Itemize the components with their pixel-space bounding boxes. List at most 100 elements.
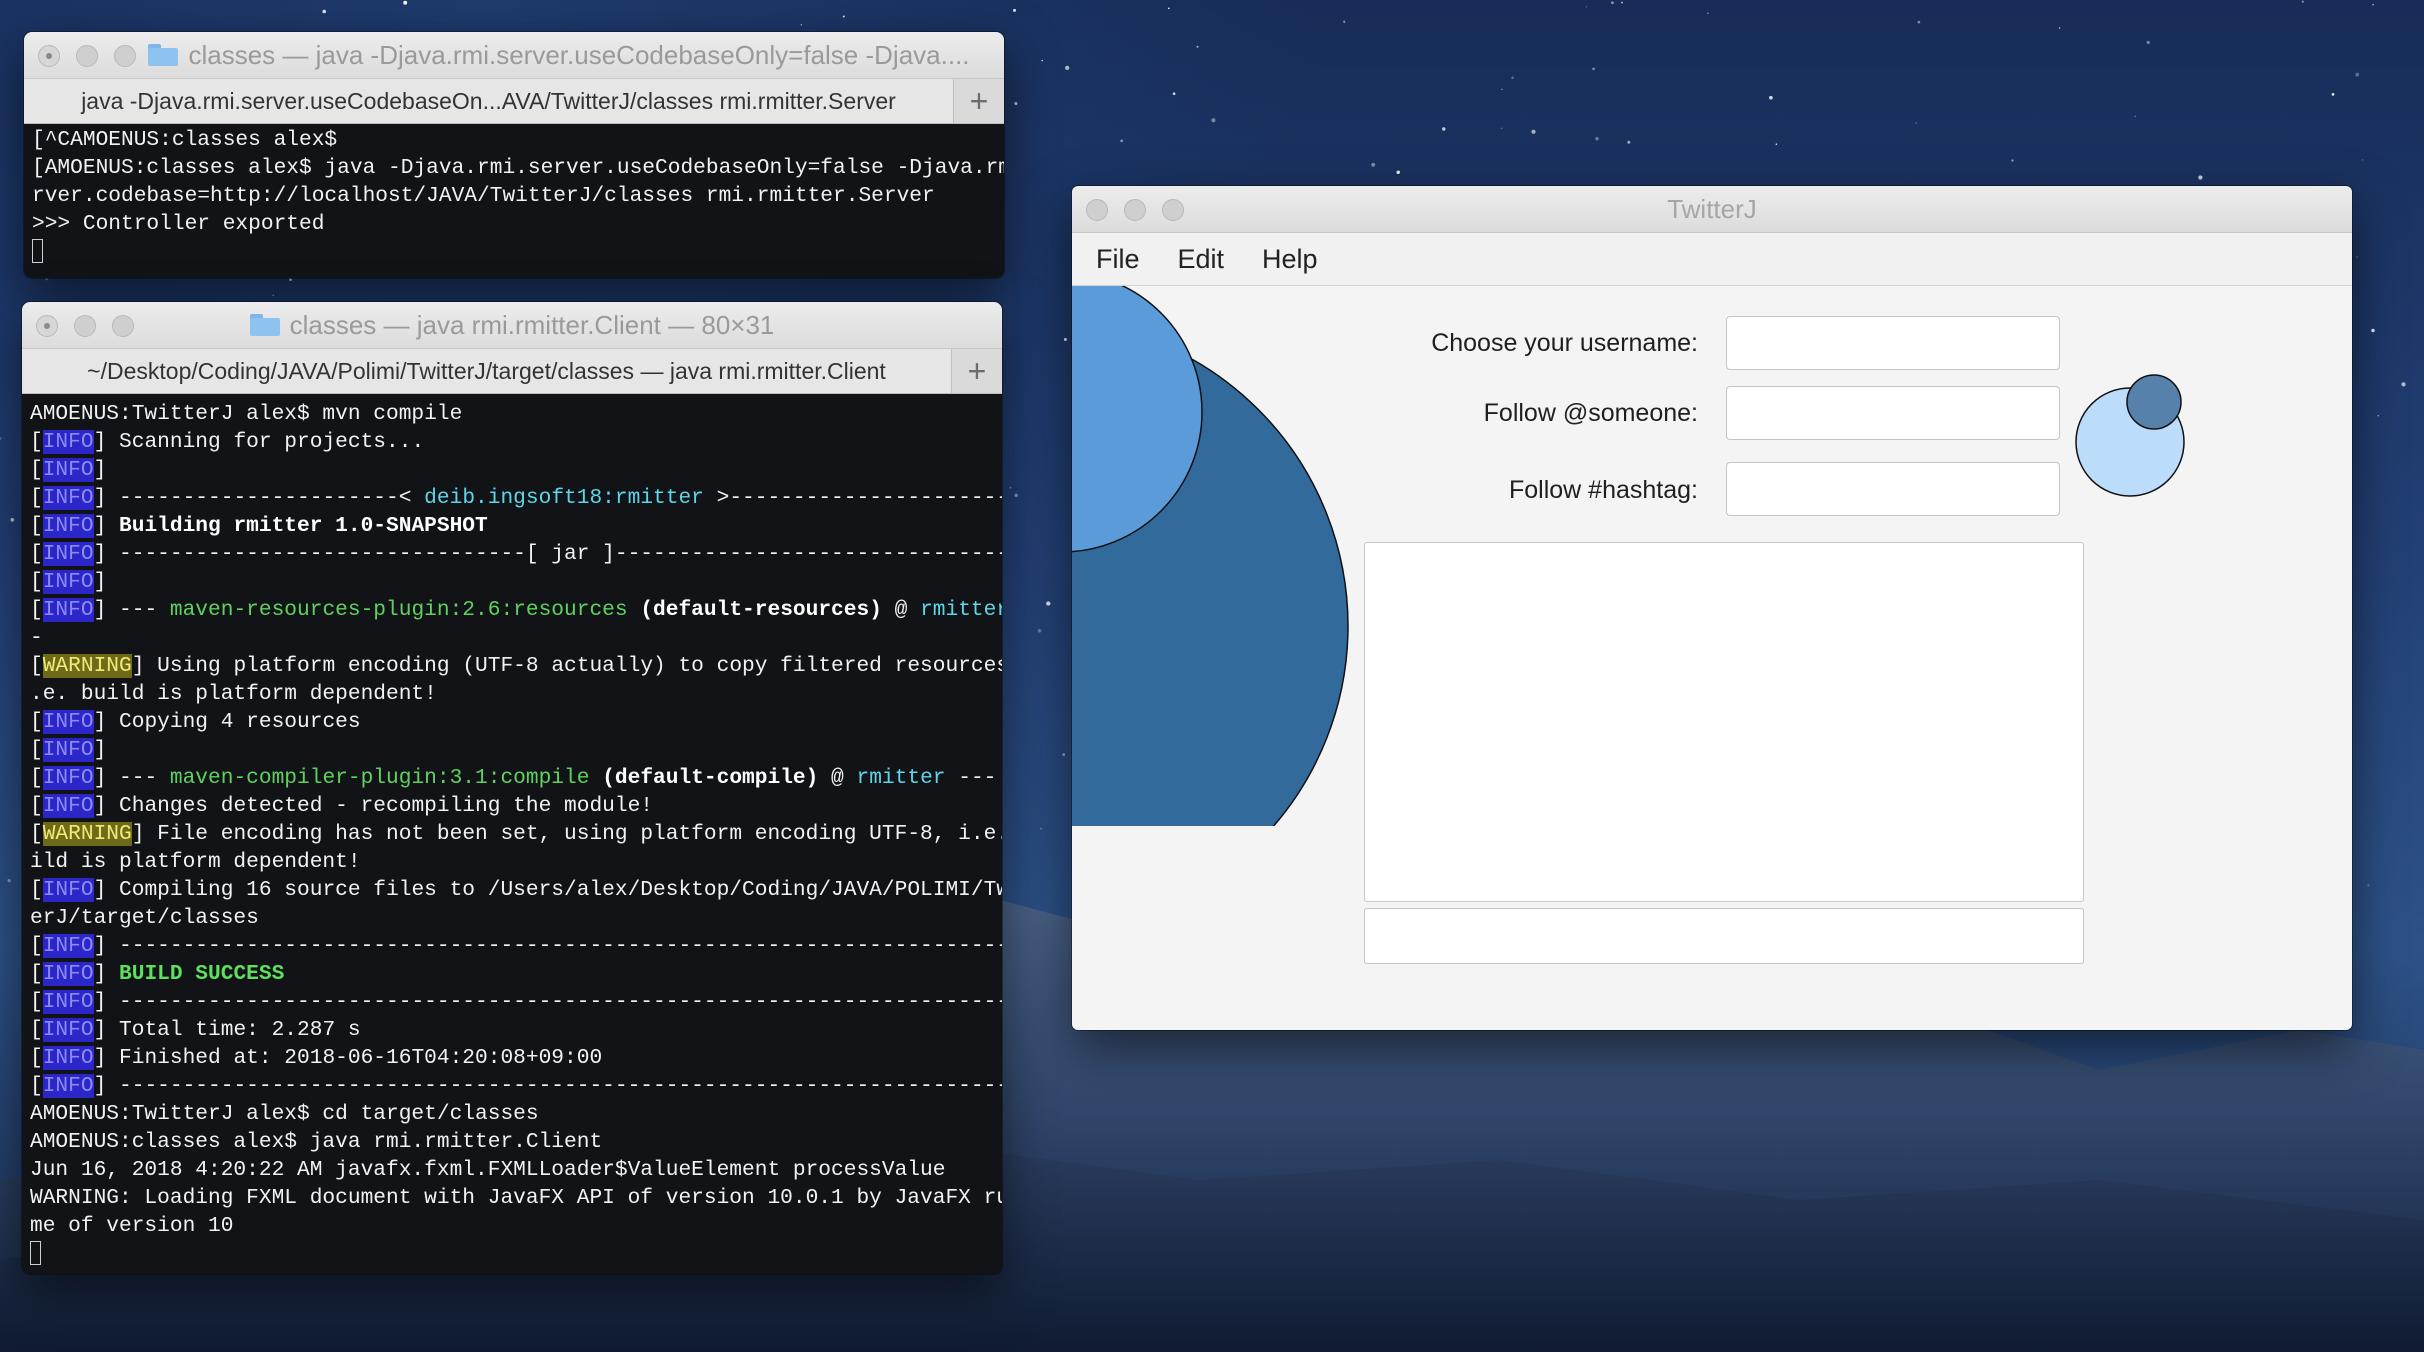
terminal-line: Jun 16, 2018 4:20:22 AM javafx.fxml.FXML… [30,1158,946,1182]
folder-icon [148,44,179,66]
folder-icon [249,314,280,336]
terminal-line: AMOENUS:TwitterJ alex$ cd target/classes [30,1102,539,1126]
client-terminal-window[interactable]: classes — java rmi.rmitter.Client — 80×3… [22,302,1002,1274]
close-button[interactable] [38,45,60,67]
terminal-line: [INFO] [30,738,107,762]
star [1915,122,1918,124]
terminal-line: rver.codebase=http://localhost/JAVA/Twit… [32,184,935,208]
window-title: TwitterJ [1667,193,1757,224]
terminal-output[interactable]: AMOENUS:TwitterJ alex$ mvn compile [INFO… [22,394,1002,1274]
star [1396,170,1400,175]
star [2372,3,2374,6]
star [2356,256,2358,258]
twitterj-titlebar[interactable]: TwitterJ [1072,186,2352,233]
terminal-line: [INFO] Compiling 16 source files to /Use… [30,878,1002,902]
terminal-line: [WARNING] File encoding has not been set… [30,822,1002,846]
server-terminal-window[interactable]: classes — java -Djava.rmi.server.useCode… [24,32,1004,278]
star [322,9,326,14]
follow-hashtag-input[interactable] [1726,462,2060,516]
new-tab-plus-icon[interactable]: + [952,349,1002,393]
star [1046,601,1051,606]
terminal-line: [INFO] ---------------------------------… [30,934,1002,958]
username-label: Choose your username: [1431,329,1698,357]
username-input[interactable] [1726,316,2060,370]
close-button[interactable] [1086,199,1108,221]
star [1167,7,1170,10]
star [1371,162,1376,167]
star [0,437,2,440]
circle-small-dark [2126,374,2182,430]
menu-edit[interactable]: Edit [1178,244,1225,275]
follow-user-input[interactable] [1726,386,2060,440]
menu-help[interactable]: Help [1262,244,1318,275]
star [2377,415,2379,417]
close-button[interactable] [36,315,58,337]
star [1595,137,1599,141]
star [1621,1,1623,4]
star [1442,127,1446,131]
timeline-area[interactable] [1364,542,2084,902]
terminal-line: erJ/target/classes [30,906,259,930]
star [1585,6,1587,8]
terminal-line: AMOENUS:classes alex$ java rmi.rmitter.C… [30,1130,603,1154]
star [800,24,802,26]
terminal-line: [INFO] Total time: 2.287 s [30,1018,361,1042]
star [1769,95,1773,100]
terminal-output[interactable]: [^CAMOENUS:classes alex$ [AMOENUS:classe… [24,124,1004,278]
minimize-button[interactable] [1124,199,1146,221]
star [1511,76,1514,79]
star [1211,118,1216,123]
star [2146,40,2150,45]
star [1037,628,1042,633]
star [1009,486,1012,489]
star [842,15,845,18]
star [2301,0,2304,3]
client-terminal-titlebar[interactable]: classes — java rmi.rmitter.Client — 80×3… [22,302,1002,349]
twitterj-window[interactable]: TwitterJ File Edit Help Choose your user… [1072,186,2352,1030]
new-tab-plus-icon[interactable]: + [954,79,1004,123]
star [1501,127,1503,129]
star [1196,45,1199,48]
menu-file[interactable]: File [1096,244,1140,275]
star [2355,72,2360,77]
server-terminal-titlebar[interactable]: classes — java -Djava.rmi.server.useCode… [24,32,1004,79]
tab-bar: java -Djava.rmi.server.useCodebaseOn...A… [24,79,1004,124]
star [1012,8,1017,12]
star [2331,93,2335,96]
compose-input[interactable] [1364,908,2084,964]
menu-bar: File Edit Help [1072,233,2352,286]
terminal-line: - [30,626,43,650]
star [2134,115,2136,118]
terminal-line: [INFO] Finished at: 2018-06-16T04:20:08+… [30,1046,603,1070]
terminal-line: [AMOENUS:classes alex$ java -Djava.rmi.s… [32,156,1004,180]
zoom-button[interactable] [1162,199,1184,221]
terminal-line: [^CAMOENUS:classes alex$ [32,128,338,152]
star [1611,1,1614,5]
star [2058,27,2061,29]
star [10,517,15,522]
terminal-cursor [32,239,43,264]
minimize-button[interactable] [74,315,96,337]
star [1065,65,1070,71]
star [289,278,292,281]
terminal-line: .e. build is platform dependent! [30,682,437,706]
decorative-circles-left [1072,286,1349,826]
terminal-line: [INFO] --- maven-resources-plugin:2.6:re… [30,598,1002,622]
terminal-line: [INFO] ---------------------------------… [30,990,1002,1014]
terminal-cursor [30,1241,41,1266]
terminal-tab[interactable]: ~/Desktop/Coding/JAVA/Polimi/TwitterJ/ta… [22,349,952,393]
terminal-line: [INFO] ---------------------------------… [30,1074,1002,1098]
star [1172,92,1176,96]
zoom-button[interactable] [114,45,136,67]
minimize-button[interactable] [76,45,98,67]
twitterj-content: Choose your username: Follow @someone: F… [1072,286,2352,1030]
star [1917,20,1921,24]
star [2361,159,2364,161]
zoom-button[interactable] [112,315,134,337]
star [1775,143,1778,146]
star [272,294,274,297]
star [1041,59,1043,62]
terminal-line: [INFO] Copying 4 resources [30,710,361,734]
terminal-tab[interactable]: java -Djava.rmi.server.useCodebaseOn...A… [24,79,954,123]
terminal-line: WARNING: Loading FXML document with Java… [30,1186,1002,1210]
